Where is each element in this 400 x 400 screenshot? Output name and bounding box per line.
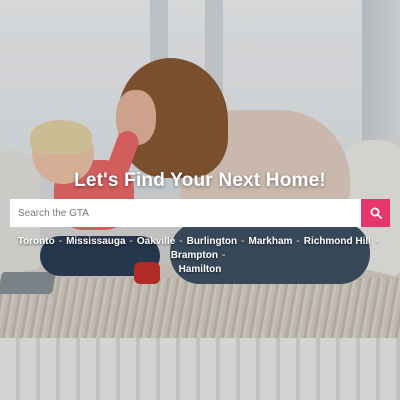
city-separator: - bbox=[221, 250, 226, 261]
city-separator: - bbox=[58, 236, 63, 247]
city-separator: - bbox=[129, 236, 133, 247]
city-link-richmond-hill[interactable]: Richmond Hill bbox=[304, 236, 371, 247]
city-link-oakville[interactable]: Oakville bbox=[137, 236, 175, 247]
search-form bbox=[10, 199, 390, 227]
city-separator: - bbox=[179, 236, 183, 247]
city-link-burlington[interactable]: Burlington bbox=[187, 236, 238, 247]
city-link-hamilton[interactable]: Hamilton bbox=[179, 264, 222, 275]
city-link-brampton[interactable]: Brampton bbox=[171, 250, 218, 261]
city-separator: - bbox=[296, 236, 300, 247]
hero-headline: Let's Find Your Next Home! bbox=[74, 170, 326, 191]
city-links: Toronto - Mississauga - Oakville - Burlington -… bbox=[12, 235, 388, 277]
search-button[interactable] bbox=[361, 199, 390, 227]
hero-section: Let's Find Your Next Home! Toronto-Missi… bbox=[0, 0, 400, 400]
city-separator: - bbox=[374, 236, 379, 247]
city-link-toronto[interactable]: Toronto bbox=[18, 236, 55, 247]
city-link-markham[interactable]: Markham bbox=[248, 236, 292, 247]
city-link-mississauga[interactable]: Mississauga bbox=[66, 236, 125, 247]
search-input[interactable] bbox=[10, 199, 361, 227]
search-icon bbox=[370, 207, 382, 219]
city-separator: - bbox=[241, 236, 245, 247]
